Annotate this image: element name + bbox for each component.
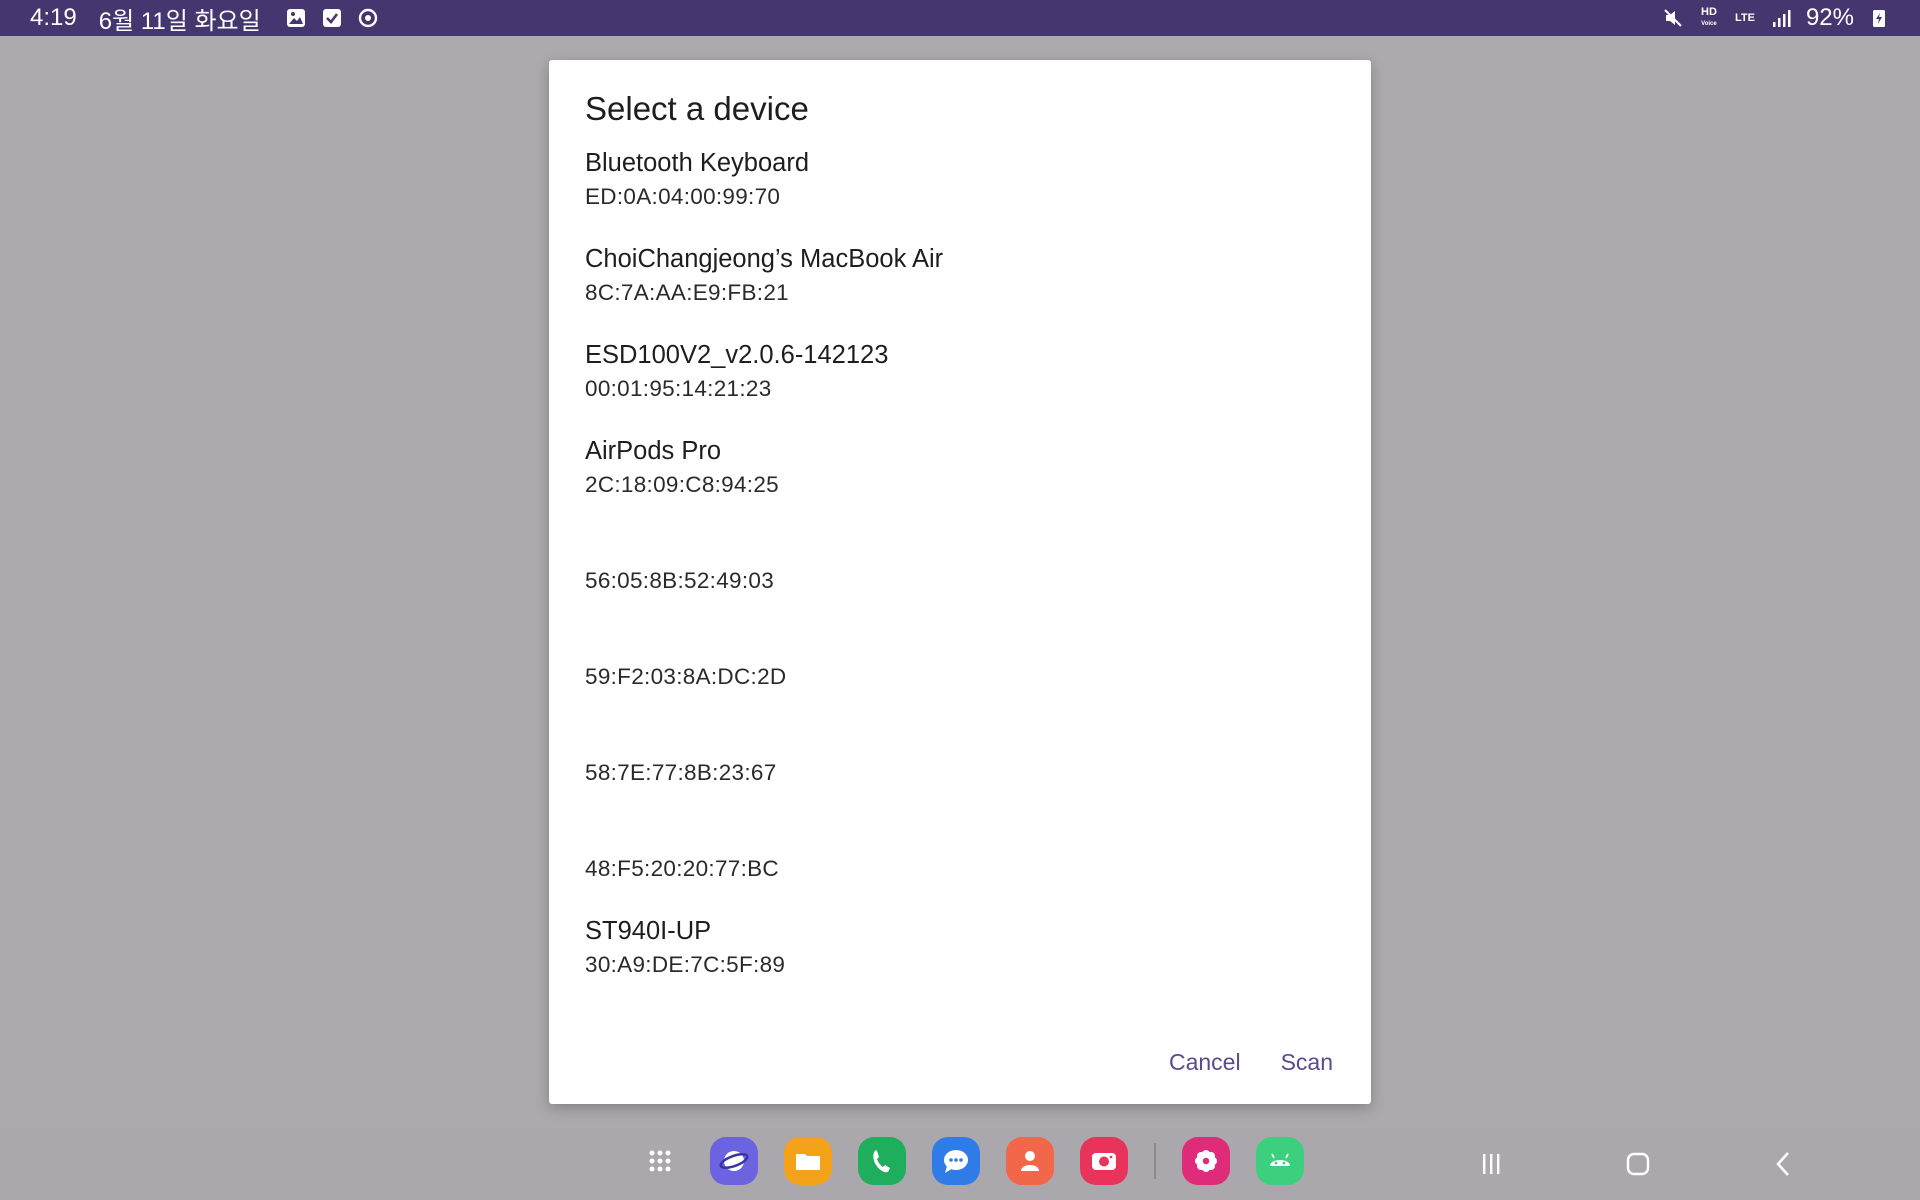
files-icon[interactable] <box>784 1137 832 1185</box>
device-name: AirPods Pro <box>585 437 722 465</box>
apps-grid-icon[interactable] <box>636 1137 684 1185</box>
camera-icon[interactable] <box>1080 1137 1128 1185</box>
device-address: 00:01:95:14:21:23 <box>585 376 772 401</box>
device-address: 58:7E:77:8B:23:67 <box>585 760 777 785</box>
device-name: Bluetooth Keyboard <box>585 149 809 177</box>
device-address: ED:0A:04:00:99:70 <box>585 184 781 209</box>
device-address: 56:05:8B:52:49:03 <box>585 568 775 593</box>
cancel-button[interactable]: Cancel <box>1169 1043 1241 1082</box>
device-list-item[interactable]: 59:F2:03:8A:DC:2D <box>585 626 1335 722</box>
android-icon[interactable] <box>1256 1137 1304 1185</box>
device-address: 48:F5:20:20:77:BC <box>585 856 779 881</box>
device-name <box>585 530 1335 564</box>
clock: 4:19 <box>30 4 77 31</box>
signal-icon <box>1770 7 1792 29</box>
hd-sub-label: Voice <box>1701 21 1717 27</box>
dialog-title: Select a device <box>585 90 809 127</box>
device-name: ESD100V2_v2.0.6-142123 <box>585 341 889 369</box>
device-name: ChoiChangjeong’s MacBook Air <box>585 245 944 273</box>
back-button[interactable] <box>1764 1144 1804 1184</box>
device-list-item[interactable]: AirPods Pro 2C:18:09:C8:94:25 <box>585 434 1335 530</box>
device-list-item[interactable]: ChoiChangjeong’s MacBook Air 8C:7A:AA:E9… <box>585 242 1335 338</box>
device-address: 8C:7A:AA:E9:FB:21 <box>585 280 789 305</box>
sync-icon <box>357 7 379 29</box>
recent-apps-button[interactable] <box>1471 1144 1511 1184</box>
home-button[interactable] <box>1618 1144 1658 1184</box>
device-address: 59:F2:03:8A:DC:2D <box>585 664 787 689</box>
scan-button[interactable]: Scan <box>1281 1043 1333 1082</box>
lte-label: LTE <box>1734 12 1755 24</box>
hd-label: HD <box>1701 6 1717 18</box>
device-list-item[interactable]: ST940I-UP 30:A9:DE:7C:5F:89 <box>585 914 1335 1010</box>
app-dock <box>636 1137 1304 1185</box>
device-list-item[interactable]: 56:05:8B:52:49:03 <box>585 530 1335 626</box>
checkbox-icon <box>321 7 343 29</box>
contacts-icon[interactable] <box>1006 1137 1054 1185</box>
status-left: 4:19 6월 11일 화요일 <box>30 1 379 36</box>
device-address: 30:A9:DE:7C:5F:89 <box>585 952 786 977</box>
dock-separator <box>1154 1143 1156 1179</box>
date: 6월 11일 화요일 <box>98 7 261 35</box>
device-list-item[interactable]: 48:F5:20:20:77:BC <box>585 818 1335 914</box>
messages-icon[interactable] <box>932 1137 980 1185</box>
status-bar: 4:19 6월 11일 화요일 HD Voice LTE 92% <box>0 0 1920 36</box>
battery-charging-icon <box>1868 7 1890 29</box>
device-list: Bluetooth Keyboard ED:0A:04:00:99:70 Cho… <box>585 146 1335 1010</box>
device-list-item[interactable]: Bluetooth Keyboard ED:0A:04:00:99:70 <box>585 146 1335 242</box>
hd-voice-icon: HD Voice <box>1698 7 1720 29</box>
device-name <box>585 626 1335 660</box>
battery-percent: 92% <box>1805 4 1854 31</box>
mute-icon <box>1662 7 1684 29</box>
device-address: 2C:18:09:C8:94:25 <box>585 472 779 497</box>
dialog-actions: Cancel Scan <box>1169 1043 1333 1082</box>
select-device-dialog: Select a device Bluetooth Keyboard ED:0A… <box>549 60 1371 1104</box>
internet-icon[interactable] <box>710 1137 758 1185</box>
phone-icon[interactable] <box>858 1137 906 1185</box>
device-name: ST940I-UP <box>585 917 712 945</box>
device-list-item[interactable]: 58:7E:77:8B:23:67 <box>585 722 1335 818</box>
lte-icon: LTE <box>1734 7 1756 29</box>
device-list-item[interactable]: ESD100V2_v2.0.6-142123 00:01:95:14:21:23 <box>585 338 1335 434</box>
flower-app-icon[interactable] <box>1182 1137 1230 1185</box>
device-name <box>585 818 1335 852</box>
gallery-icon <box>285 7 307 29</box>
status-right: HD Voice LTE 92% <box>1662 4 1890 32</box>
device-name <box>585 722 1335 756</box>
